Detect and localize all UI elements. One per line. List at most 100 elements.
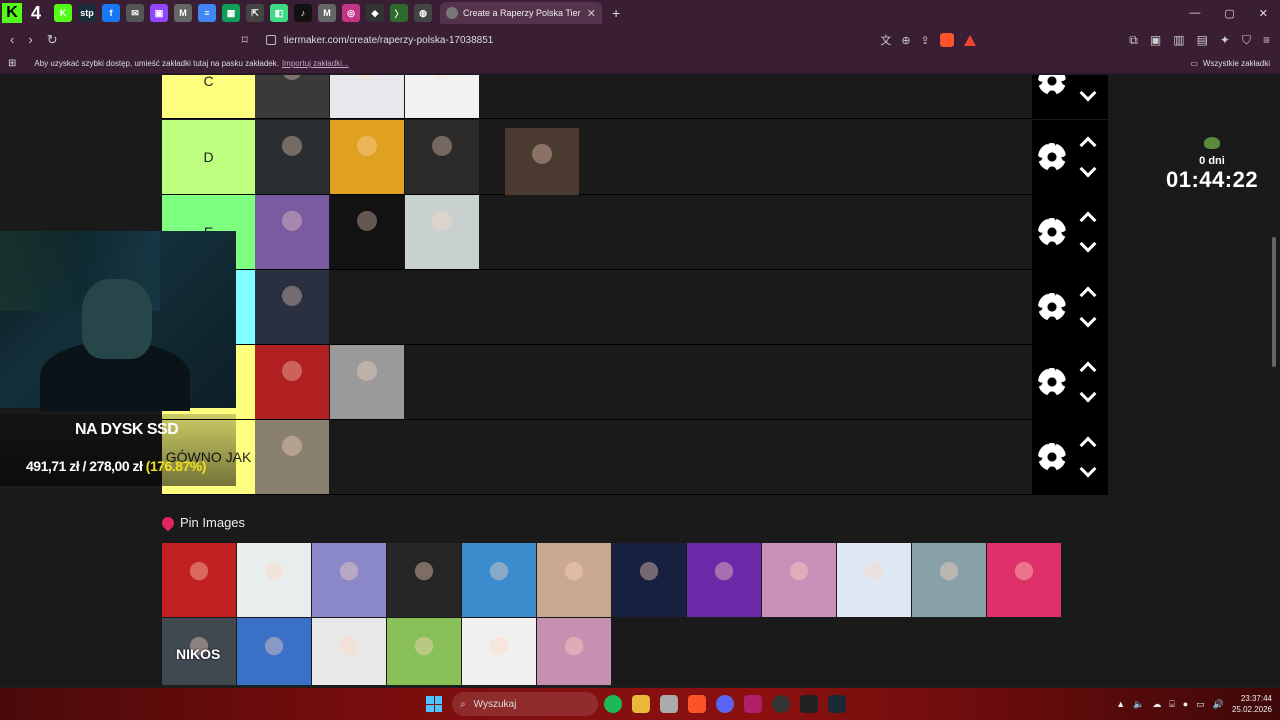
pool-image[interactable]	[387, 618, 461, 685]
rapper-image[interactable]	[405, 120, 479, 194]
pool-image[interactable]	[462, 618, 536, 685]
rapper-image[interactable]	[505, 128, 579, 202]
discord-icon[interactable]	[716, 695, 734, 713]
wallet-icon[interactable]: ▤	[1197, 33, 1208, 48]
back-icon[interactable]: ‹	[10, 32, 14, 48]
brave-shields-icon[interactable]	[939, 33, 954, 47]
rapper-image[interactable]	[255, 120, 329, 194]
gear-icon[interactable]	[1038, 218, 1066, 246]
brave-rewards-icon[interactable]	[963, 34, 976, 46]
file-explorer-icon[interactable]	[632, 695, 650, 713]
vector-app-icon[interactable]	[744, 695, 762, 713]
pool-image[interactable]	[312, 618, 386, 685]
chevron-up-icon[interactable]	[1079, 361, 1097, 379]
apps-grid-icon[interactable]: ⊞	[8, 58, 16, 69]
gear-icon[interactable]	[1038, 293, 1066, 321]
brave-browser-icon[interactable]	[688, 695, 706, 713]
active-tab[interactable]: Create a Raperzy Polska Tier List ✕	[440, 2, 602, 24]
chevron-down-icon[interactable]	[1079, 235, 1097, 253]
rapper-image[interactable]	[330, 345, 404, 419]
volume-icon[interactable]: 🔊	[1213, 699, 1224, 710]
chevron-down-icon[interactable]	[1079, 460, 1097, 478]
rapper-image[interactable]	[330, 195, 404, 269]
url-text[interactable]: tiermaker.com/create/raperzy-polska-1703…	[284, 35, 494, 46]
chevron-up-icon[interactable]	[1079, 136, 1097, 154]
page-scrollbar[interactable]	[1272, 237, 1276, 367]
gear-icon[interactable]	[1038, 443, 1066, 471]
extensions-icon[interactable]: ⧉	[1129, 33, 1138, 48]
onedrive-icon[interactable]: ☁	[1152, 699, 1161, 710]
chevron-down-icon[interactable]	[1079, 310, 1097, 328]
pool-image[interactable]	[237, 618, 311, 685]
taskbar-search[interactable]: ⌕ Wyszukaj	[452, 692, 598, 716]
gear-icon[interactable]	[1038, 368, 1066, 396]
menu-icon[interactable]: ≡	[1263, 33, 1270, 48]
pool-image[interactable]	[612, 543, 686, 617]
import-bookmarks-link[interactable]: Importuj zakładki...	[282, 59, 349, 68]
mail-app-icon[interactable]	[800, 695, 818, 713]
pool-image[interactable]	[537, 618, 611, 685]
kick-logo-icon[interactable]: K	[2, 3, 22, 23]
clock[interactable]: 23:37:44 25.02.2026	[1232, 693, 1272, 715]
sidebar-icon[interactable]: ▥	[1173, 33, 1184, 48]
vpn-icon[interactable]: ⛉	[1242, 33, 1251, 48]
link-icon[interactable]: ⇱	[246, 4, 264, 22]
all-bookmarks-button[interactable]: ▭ Wszystkie zakładki	[1190, 59, 1270, 68]
close-window-button[interactable]: ✕	[1259, 7, 1268, 20]
pool-image[interactable]: NIKOS	[162, 618, 236, 685]
pool-image[interactable]	[687, 543, 761, 617]
media-icon[interactable]: ▣	[1150, 33, 1161, 48]
pool-image[interactable]	[912, 543, 986, 617]
pool-image[interactable]	[312, 543, 386, 617]
display-icon[interactable]: ▭	[1196, 699, 1205, 710]
tray-expand-icon[interactable]: ▲	[1116, 699, 1125, 709]
pool-image[interactable]	[162, 543, 236, 617]
chevron-down-icon[interactable]	[1079, 160, 1097, 178]
speaker-icon[interactable]: 🔈	[1133, 699, 1144, 710]
chevron-up-icon[interactable]	[1079, 211, 1097, 229]
rapper-image[interactable]	[255, 420, 329, 494]
chevron-down-icon[interactable]	[1079, 84, 1097, 102]
forward-icon[interactable]: ›	[28, 32, 32, 48]
rapper-image[interactable]	[330, 75, 404, 118]
kick-icon[interactable]: K	[54, 4, 72, 22]
chevron-up-icon[interactable]	[1079, 286, 1097, 304]
site-info-icon[interactable]	[265, 35, 276, 45]
diamond-icon[interactable]: ◆	[366, 4, 384, 22]
steam-icon[interactable]	[828, 695, 846, 713]
url-field[interactable]: tiermaker.com/create/raperzy-polska-1703…	[258, 30, 984, 50]
rapper-image[interactable]	[405, 75, 479, 118]
network-icon[interactable]: ⌸	[1169, 699, 1174, 710]
rapper-image[interactable]	[405, 195, 479, 269]
gear-icon[interactable]	[1038, 143, 1066, 171]
pool-image[interactable]	[462, 543, 536, 617]
spotify-icon[interactable]	[604, 695, 622, 713]
chevron-up-icon[interactable]	[1079, 436, 1097, 454]
bookmark-page-icon[interactable]: ⌑	[242, 33, 248, 47]
chevron-down-icon[interactable]	[1079, 385, 1097, 403]
gear-icon[interactable]	[1038, 75, 1066, 95]
maximize-button[interactable]: ▢	[1224, 7, 1234, 20]
leaf-icon[interactable]: 〉	[390, 4, 408, 22]
minimize-button[interactable]: —	[1189, 7, 1200, 20]
obs-icon[interactable]	[772, 695, 790, 713]
instagram-icon[interactable]: ◎	[342, 4, 360, 22]
mail-icon[interactable]: ✉	[126, 4, 144, 22]
gmail-icon[interactable]: M	[174, 4, 192, 22]
pool-image[interactable]	[837, 543, 911, 617]
tier-label[interactable]: D	[162, 120, 255, 194]
rapper-image[interactable]	[330, 120, 404, 194]
reload-icon[interactable]: ↻	[47, 32, 58, 48]
pool-image[interactable]	[987, 543, 1061, 617]
pool-image[interactable]	[762, 543, 836, 617]
leo-ai-icon[interactable]: ✦	[1220, 33, 1230, 48]
pool-image[interactable]	[537, 543, 611, 617]
close-tab-icon[interactable]: ✕	[587, 7, 596, 20]
docs-icon[interactable]: ≡	[198, 4, 216, 22]
tools-icon[interactable]: ◧	[270, 4, 288, 22]
globe-icon[interactable]: ◍	[414, 4, 432, 22]
translate-icon[interactable]: 文	[880, 32, 891, 48]
rapper-image[interactable]	[255, 345, 329, 419]
rapper-image[interactable]	[255, 195, 329, 269]
rapper-image[interactable]	[255, 270, 329, 344]
